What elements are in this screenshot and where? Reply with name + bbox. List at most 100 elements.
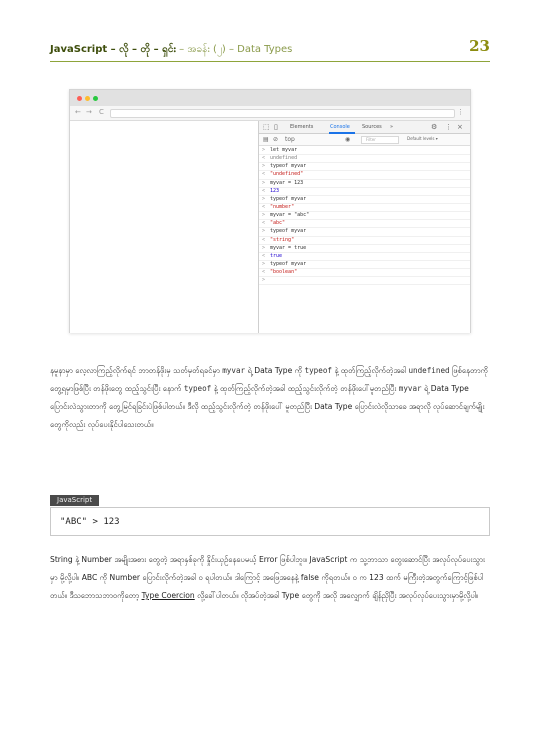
console-line: > myvar = 123	[259, 180, 470, 188]
console-line-text: myvar = 123	[270, 179, 304, 186]
input-prompt-icon: >	[262, 244, 266, 251]
paragraph-2: String နဲ့ Number အမျိုးအစား တွေတဲ့ အရာန…	[50, 551, 492, 605]
console-line: < true	[259, 253, 470, 261]
console-line-text: "undefined"	[270, 171, 304, 178]
console-line-text: myvar = true	[270, 244, 307, 251]
tab-sources[interactable]: Sources	[362, 124, 382, 130]
output-arrow-icon: <	[262, 252, 266, 259]
output-arrow-icon: <	[262, 203, 266, 210]
chapter-title: JavaScript – လို – တို – ရှင်း – အခန်း (…	[50, 42, 292, 57]
reload-icon[interactable]: C	[99, 108, 104, 116]
console-line: < "abc"	[259, 220, 470, 229]
console-line: < "number"	[259, 203, 470, 213]
tab-console[interactable]: Console	[330, 124, 350, 130]
inline-code: typeof	[183, 384, 212, 393]
console-toolbar: ▤ ⊘ top ◉ Filter Default levels ▾	[259, 134, 470, 146]
close-devtools-icon[interactable]: ×	[457, 123, 463, 131]
input-prompt-icon: >	[262, 195, 266, 202]
console-line: >	[259, 277, 470, 286]
inline-code: typeof	[304, 366, 332, 375]
inspect-element-icon[interactable]: ⬚	[263, 123, 270, 131]
console-line: > typeof myvar	[259, 196, 470, 204]
browser-menu-icon[interactable]: ⋮	[457, 108, 464, 116]
tab-elements[interactable]: Elements	[290, 124, 313, 130]
settings-gear-icon[interactable]: ⚙	[431, 123, 437, 131]
term-type-coercion: Type Coercion	[141, 591, 195, 600]
forward-arrow-icon[interactable]: →	[86, 108, 92, 116]
console-line-text: myvar = "abc"	[270, 212, 310, 219]
console-line-text: undefined	[270, 155, 298, 162]
console-line-text: typeof myvar	[270, 260, 307, 267]
input-prompt-icon: >	[262, 277, 266, 284]
console-line: > typeof myvar	[259, 228, 470, 237]
console-line: < "boolean"	[259, 269, 470, 278]
minimize-window-icon[interactable]	[85, 96, 90, 101]
eye-icon[interactable]: ◉	[345, 136, 350, 143]
browser-navbar: ← → C ⋮	[70, 106, 470, 121]
input-prompt-icon: >	[262, 260, 266, 267]
console-line: > myvar = "abc"	[259, 212, 470, 221]
console-line-text: let myvar	[270, 147, 298, 153]
context-selector[interactable]: top	[285, 136, 295, 143]
console-line: <123	[259, 188, 470, 196]
output-arrow-icon: <	[262, 187, 266, 194]
output-arrow-icon: <	[262, 236, 266, 243]
text: ရဲ့ Data Type ကို	[245, 366, 305, 375]
address-bar[interactable]	[110, 109, 455, 118]
code-language-label: JavaScript	[50, 495, 100, 506]
book-title: JavaScript – လို – တို – ရှင်း	[50, 44, 176, 55]
console-line: > typeof myvar	[259, 163, 470, 172]
console-line-text: true	[270, 252, 283, 259]
page-header: JavaScript – လို – တို – ရှင်း – အခန်း (…	[50, 37, 490, 62]
log-levels-dropdown[interactable]: Default levels ▾	[407, 136, 438, 141]
input-prompt-icon: >	[262, 212, 266, 219]
devtools-panel: ⬚ ▯ Elements Console Sources » ⚙ ⋮ × ▤ ⊘…	[258, 121, 470, 333]
code-block: "ABC" > 123	[50, 507, 490, 536]
page-viewport	[70, 121, 258, 333]
sidebar-toggle-icon[interactable]: ▤	[263, 136, 269, 143]
inline-code: myvar	[398, 384, 422, 393]
console-line: < undefined	[259, 155, 470, 164]
input-prompt-icon: >	[262, 179, 266, 186]
console-line-text: typeof myvar	[270, 195, 307, 202]
window-titlebar	[70, 90, 470, 106]
console-line: > let myvar	[259, 147, 470, 156]
device-toolbar-icon[interactable]: ▯	[274, 123, 278, 131]
text: လို့ခေါ်ပါတယ်။ လိုအပ်တဲ့အခါ Type တွေကို …	[194, 591, 479, 600]
console-line-text: typeof myvar	[270, 163, 307, 170]
back-arrow-icon[interactable]: ←	[75, 108, 81, 116]
text: နဲ့ ထုတ်ကြည့်လိုက်တဲ့အခါ	[331, 366, 409, 375]
console-filter-input[interactable]: Filter	[361, 136, 399, 144]
console-line: < "undefined"	[259, 171, 470, 180]
devtools-tabbar: ⬚ ▯ Elements Console Sources » ⚙ ⋮ ×	[259, 121, 470, 134]
console-line-text: "string"	[270, 236, 295, 243]
console-output: > let myvar < undefined > typeof myvar < "undef…	[259, 147, 470, 286]
output-arrow-icon: <	[262, 220, 266, 227]
page-number: 23	[469, 37, 490, 55]
input-prompt-icon: >	[262, 163, 266, 170]
console-line-text: typeof myvar	[270, 228, 307, 235]
clear-console-icon[interactable]: ⊘	[273, 136, 278, 143]
devtools-menu-icon[interactable]: ⋮	[445, 123, 452, 131]
output-arrow-icon: <	[262, 171, 266, 178]
inline-code: myvar	[222, 366, 246, 375]
input-prompt-icon: >	[262, 228, 266, 235]
text: နဲ့ ထုတ်ကြည့်လိုက်တဲ့အခါ ထည့်သွင်းလိုက်တ…	[211, 384, 399, 393]
text: နမူနာမှာ လေ့လာကြည့်လိုက်ရင် ဘာတန်ဖိုးမှ …	[50, 366, 223, 375]
code-line: "ABC" > 123	[60, 517, 120, 527]
chapter-subtitle: – အခန်း (၂) – Data Types	[176, 44, 293, 55]
maximize-window-icon[interactable]	[93, 96, 98, 101]
browser-screenshot: ← → C ⋮ ⬚ ▯ Elements Console Sources » ⚙…	[69, 89, 471, 333]
tab-more[interactable]: »	[390, 124, 393, 130]
inline-code: undefined	[408, 366, 450, 375]
output-arrow-icon: <	[262, 269, 266, 276]
console-line: < "string"	[259, 237, 470, 245]
output-arrow-icon: <	[262, 155, 266, 162]
console-line-text: "number"	[270, 203, 295, 210]
input-prompt-icon: >	[262, 147, 266, 153]
console-line-text: "abc"	[270, 220, 286, 227]
close-window-icon[interactable]	[77, 96, 82, 101]
console-line-text: 123	[270, 187, 280, 194]
console-line: > typeof myvar	[259, 260, 470, 270]
console-line: > myvar = true	[259, 245, 470, 253]
